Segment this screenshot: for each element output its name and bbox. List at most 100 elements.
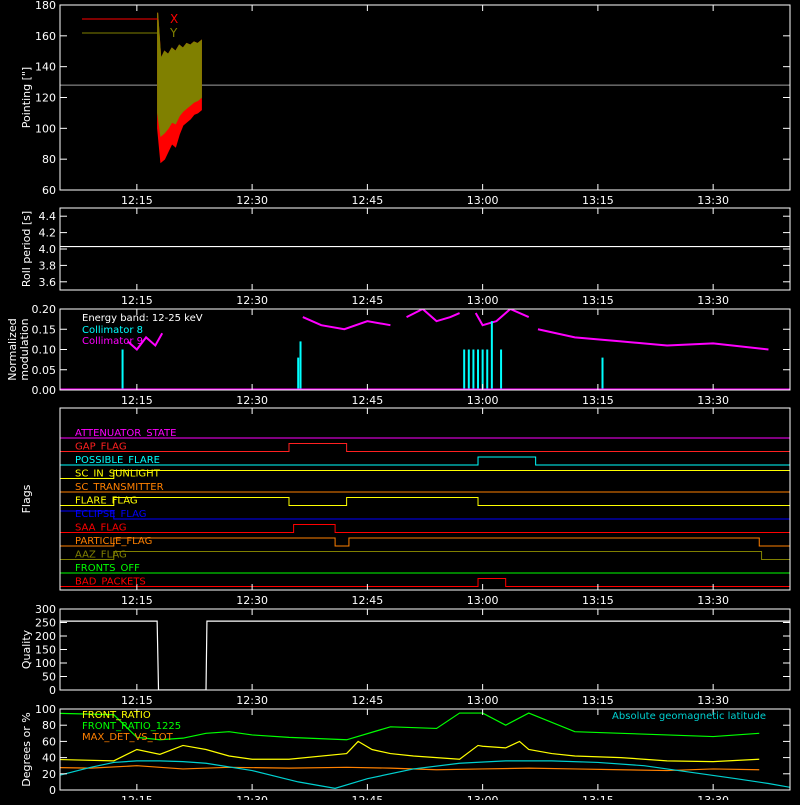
flag-label: ECLIPSE_FLAG [75, 509, 146, 520]
y-tick-label: 0.00 [32, 384, 57, 397]
series-line [60, 620, 790, 690]
x-tick-label: 13:30 [697, 394, 729, 407]
flag-trace [60, 510, 790, 520]
y-tick-label: 160 [35, 30, 56, 43]
y-tick-label: 4.0 [39, 243, 57, 256]
series-line-front-ratio [60, 740, 760, 763]
x-tick-label: 12:15 [121, 694, 153, 707]
x-tick-label: 12:45 [352, 294, 384, 307]
legend-label: FRONT_RATIO_1225 [82, 721, 181, 732]
series-line-collimator-9 [406, 309, 460, 323]
y-tick-label: 180 [35, 0, 56, 12]
x-tick-label: 12:30 [236, 594, 268, 607]
y-tick-label: 120 [35, 92, 56, 105]
y-tick-label: 100 [35, 122, 56, 135]
flag-trace [60, 578, 790, 587]
y-tick-label: 0 [49, 784, 56, 797]
y-tick-label: 60 [42, 184, 56, 197]
x-tick-label: 13:00 [467, 294, 499, 307]
flag-label: SC_TRANSMITTER [75, 482, 164, 493]
flag-label: FLARE_FLAG [75, 496, 138, 507]
x-tick-label: 13:30 [697, 194, 729, 207]
flag-trace [60, 524, 790, 533]
y-tick-label: 0.15 [32, 323, 57, 336]
flag-label: SC_IN_SUNLIGHT [75, 469, 161, 480]
x-tick-label: 13:15 [582, 194, 614, 207]
flag-label: ATTENUATOR_STATE [75, 428, 176, 439]
y-axis-label: Quality [20, 629, 33, 669]
x-tick-label: 13:00 [467, 394, 499, 407]
flag-label: AAZ_FLAG [75, 550, 127, 561]
multi-panel-chart: 12:15 12:30 12:45 13:00 13:15 13:30 60 80 100 120… [6, 0, 791, 805]
legend-label: X [170, 12, 178, 26]
flag-label: BAD_PACKETS [75, 577, 146, 588]
y-tick-label: 4.2 [39, 227, 57, 240]
flag-label: PARTICLE_FLAG [75, 536, 152, 547]
flag-trace [60, 456, 790, 466]
legend-label: Y [169, 26, 178, 40]
panel-4: 12:15 12:30 12:45 13:00 13:15 13:30 Flags ATTEN… [20, 407, 791, 607]
x-tick-label: 13:15 [582, 594, 614, 607]
x-tick-label: 12:15 [121, 794, 153, 800]
flag-trace [60, 537, 790, 547]
x-tick-label: 13:00 [467, 794, 499, 800]
y-tick-label: 0.20 [32, 303, 57, 316]
x-tick-label: 12:15 [121, 194, 153, 207]
y-tick-label: 200 [35, 630, 56, 643]
y-tick-label: 0.10 [32, 344, 57, 357]
x-tick-label: 13:30 [697, 794, 729, 800]
panel-6: 12:15 12:30 12:45 13:00 13:15 13:30 0 20 40 60 80 1… [20, 703, 791, 805]
observing-summary-figure: 12:15 12:30 12:45 13:00 13:15 13:30 60 80 100 120… [0, 0, 800, 805]
series-line-collimator-9 [474, 309, 530, 327]
x-tick-label: 12:15 [121, 594, 153, 607]
y-tick-label: 3.8 [39, 259, 57, 272]
series-line-collimator-9 [537, 328, 769, 351]
x-tick-label: 12:45 [352, 594, 384, 607]
plot-area [60, 620, 790, 690]
x-tick-label: 12:30 [236, 394, 268, 407]
geomagnetic-latitude-annotation: Absolute geomagnetic latitude [612, 711, 766, 722]
panel-3: 12:15 12:30 12:45 13:00 13:15 13:30 0.00 0.05 0.… [6, 303, 791, 407]
flag-trace [60, 470, 790, 479]
y-tick-label: 4.4 [39, 210, 57, 223]
flag-trace [60, 497, 790, 506]
y-tick-label: 60 [42, 735, 56, 748]
y-axis-label: Roll period [s] [20, 211, 33, 287]
y-tick-label: 0 [49, 684, 56, 697]
x-tick-label: 13:00 [467, 594, 499, 607]
x-tick-label: 13:00 [467, 694, 499, 707]
flag-label: POSSIBLE_FLARE [75, 455, 160, 466]
y-tick-label: 300 [35, 603, 56, 616]
x-tick-label: 12:15 [121, 394, 153, 407]
y-tick-label: 80 [42, 153, 56, 166]
series-line-collimator-9 [302, 316, 391, 331]
x-tick-label: 12:30 [236, 794, 268, 800]
y-axis-label: Degrees or % [20, 712, 33, 786]
x-tick-label: 13:00 [467, 194, 499, 207]
y-tick-label: 50 [42, 671, 56, 684]
x-tick-label: 12:30 [236, 294, 268, 307]
x-tick-label: 13:15 [582, 394, 614, 407]
x-tick-label: 12:15 [121, 294, 153, 307]
x-tick-label: 13:30 [697, 294, 729, 307]
axes-frame [59, 207, 791, 291]
panel-2: 12:15 12:30 12:45 13:00 13:15 13:30 3.6 3.8 4.0 4… [20, 207, 791, 307]
x-tick-label: 13:30 [697, 594, 729, 607]
x-tick-label: 12:45 [352, 794, 384, 800]
y-tick-label: 100 [35, 703, 56, 716]
y-tick-label: 20 [42, 768, 56, 781]
panel-5: 12:15 12:30 12:45 13:00 13:15 13:300501001502… [20, 603, 791, 707]
y-axis-label-line: modulation [18, 318, 31, 380]
flag-label: GAP_FLAG [75, 442, 127, 453]
y-tick-label: 150 [35, 644, 56, 657]
legend-label: FRONT_RATIO [82, 710, 151, 721]
energy-band-annotation: Energy band: 12-25 keV [82, 313, 203, 324]
legend-label: Collimator 8 [82, 325, 143, 336]
series-line-absolute-geomagnetic-latitude [60, 760, 790, 789]
legend-label: MAX_DET_VS_TOT [82, 732, 174, 743]
legend-label: Collimator 9 [82, 336, 143, 347]
x-tick-label: 13:15 [582, 794, 614, 800]
y-tick-label: 140 [35, 61, 56, 74]
flag-trace [60, 551, 790, 560]
y-axis-label: Pointing ["] [20, 67, 33, 128]
